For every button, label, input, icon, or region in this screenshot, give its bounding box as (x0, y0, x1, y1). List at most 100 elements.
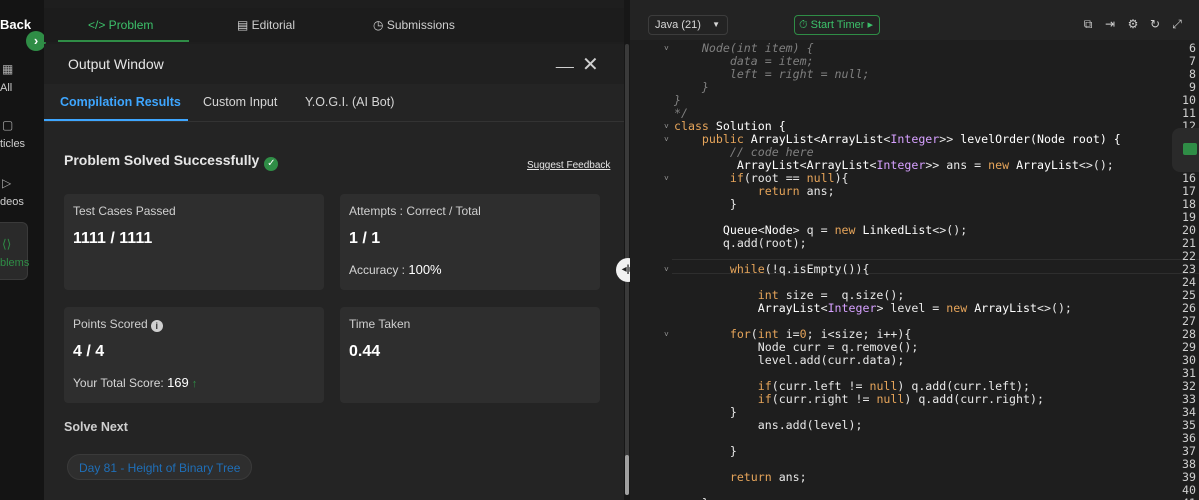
code-token: if (674, 171, 744, 185)
language-select[interactable]: Java (21) ▼ (648, 15, 728, 35)
code-token: ArrayList (674, 301, 821, 315)
document-icon: ▤ (237, 18, 252, 32)
code-token: } (674, 405, 737, 419)
tab-problem[interactable]: </> Problem (88, 18, 153, 32)
code-token: while (674, 262, 765, 276)
code-token: ArrayList (1016, 158, 1079, 172)
code-line[interactable]: ans.add(level); (674, 419, 863, 432)
solve-next-heading: Solve Next (64, 420, 128, 434)
code-token: < (799, 158, 807, 172)
code-token: return (674, 184, 807, 198)
code-token: Integer (827, 301, 877, 315)
info-icon[interactable]: i (150, 320, 163, 332)
status-message: Problem Solved Successfully ✓ (64, 152, 279, 171)
fold-chevron-icon[interactable]: ˅ (664, 328, 672, 341)
code-editor[interactable]: 6 ˅ Node(int item) {7 data = item; 8 left … (630, 40, 1199, 500)
reset-icon[interactable]: ↻ (1148, 17, 1162, 31)
code-token: data = item; (674, 54, 814, 68)
code-line[interactable]: ArrayList<Integer> level = new ArrayList… (674, 302, 1072, 315)
tab-submissions[interactable]: ◷ Submissions (373, 18, 455, 32)
chevron-right-icon[interactable]: › (26, 31, 46, 51)
settings-icon[interactable]: ⚙ (1126, 17, 1140, 31)
status-text: Problem Solved Successfully (64, 152, 260, 168)
code-token: } (674, 80, 709, 94)
close-icon[interactable]: ✕ (582, 52, 599, 77)
code-token: ArrayList (750, 132, 814, 146)
next-problem-link[interactable]: Day 81 - Height of Binary Tree (67, 454, 253, 480)
code-line[interactable]: } (674, 445, 737, 458)
fold-chevron-icon[interactable]: ˅ (664, 120, 672, 133)
code-token: ; i<size; i++){ (806, 327, 912, 341)
points-value: 4 / 4 (73, 343, 105, 360)
code-line[interactable]: while(!q.isEmpty()){ (674, 262, 870, 276)
scrollbar-track[interactable] (625, 44, 629, 464)
code-token: <>(); (1037, 301, 1072, 315)
code-token: null (869, 379, 898, 393)
code-token: (curr.left != (771, 379, 870, 393)
play-icon: ▷ (2, 176, 12, 190)
check-circle-icon: ✓ (264, 157, 279, 171)
fold-chevron-icon[interactable]: ˅ (664, 42, 672, 55)
rail-item-label: deos (0, 196, 24, 208)
code-line[interactable]: q.add(root); (674, 237, 807, 250)
tab-yogi-ai-bot[interactable]: Y.O.G.I. (AI Bot) (305, 95, 394, 109)
code-token: LinkedList (862, 223, 933, 237)
start-timer-button[interactable]: ⏱ Start Timer ▸ (794, 15, 880, 35)
code-token: levelOrder(Node root) { (960, 132, 1121, 146)
tab-compilation-results[interactable]: Compilation Results (60, 95, 181, 109)
fold-chevron-icon[interactable]: ˅ (664, 133, 672, 146)
code-line[interactable]: } (674, 198, 737, 211)
minimize-icon[interactable]: __ (556, 52, 574, 70)
rail-item-articles[interactable]: ▢ ticles (0, 118, 44, 150)
side-widget[interactable] (1172, 128, 1199, 172)
fold-chevron-icon[interactable]: ˅ (664, 263, 672, 276)
code-token: if (674, 379, 772, 393)
back-button[interactable]: Back › (0, 14, 46, 51)
code-token: new (988, 158, 1017, 172)
play-circle-icon: ▸ (864, 19, 874, 31)
code-token: Node (764, 223, 793, 237)
test-cases-value: 1111 / 1111 (73, 230, 153, 247)
code-token: ArrayList (820, 132, 884, 146)
code-line[interactable]: return ans; (674, 471, 807, 484)
export-icon[interactable]: ⇥ (1103, 17, 1117, 31)
accuracy-value: 100% (408, 262, 442, 277)
stopwatch-icon: ⏱ (799, 19, 811, 31)
code-token: ( (750, 327, 758, 341)
code-token: < (757, 223, 765, 237)
code-token: (curr.right != (771, 392, 877, 406)
rail-item-problems[interactable]: ⟨⟩ blems (0, 222, 29, 280)
attempts-card: Attempts : Correct / Total 1 / 1 Accurac… (340, 194, 600, 290)
copy-icon[interactable]: ⧉ (1081, 17, 1095, 31)
total-score-label: Your Total Score: (73, 376, 164, 390)
accuracy-label: Accuracy : (349, 263, 406, 277)
tab-custom-input[interactable]: Custom Input (203, 95, 277, 109)
chat-icon (1183, 143, 1197, 155)
tab-editorial[interactable]: ▤ Editorial (237, 18, 295, 32)
scrollbar-thumb[interactable] (625, 455, 629, 495)
total-score-value: 169 (167, 375, 189, 390)
output-window: Output Window __ ✕ Compilation Results C… (44, 44, 624, 500)
code-token: */ (674, 106, 688, 120)
rail-item-all[interactable]: ▦ All (0, 62, 44, 94)
code-token: ans; (778, 470, 807, 484)
code-token: } (674, 197, 737, 211)
code-token: int (674, 288, 786, 302)
code-icon: ⟨⟩ (2, 237, 12, 251)
rail-item-label: All (0, 82, 13, 94)
code-token: < (813, 132, 821, 146)
rail-item-videos[interactable]: ▷ deos (0, 176, 44, 208)
suggest-feedback-link[interactable]: Suggest Feedback (527, 160, 610, 171)
tab-underline (58, 40, 189, 42)
code-token: ) q.add(curr.right); (904, 392, 1044, 406)
code-token: if (674, 392, 772, 406)
code-token: level.add(curr.data); (674, 353, 905, 367)
fold-chevron-icon[interactable]: ˅ (664, 172, 672, 185)
test-cases-card: Test Cases Passed 1111 / 1111 (64, 194, 324, 290)
code-token: i= (785, 327, 800, 341)
fullscreen-icon[interactable]: ⤢ (1170, 17, 1184, 31)
code-token: null (876, 392, 905, 406)
code-line[interactable]: level.add(curr.data); (674, 353, 905, 367)
code-token: Solution { (708, 119, 786, 133)
code-token: } (674, 496, 709, 500)
